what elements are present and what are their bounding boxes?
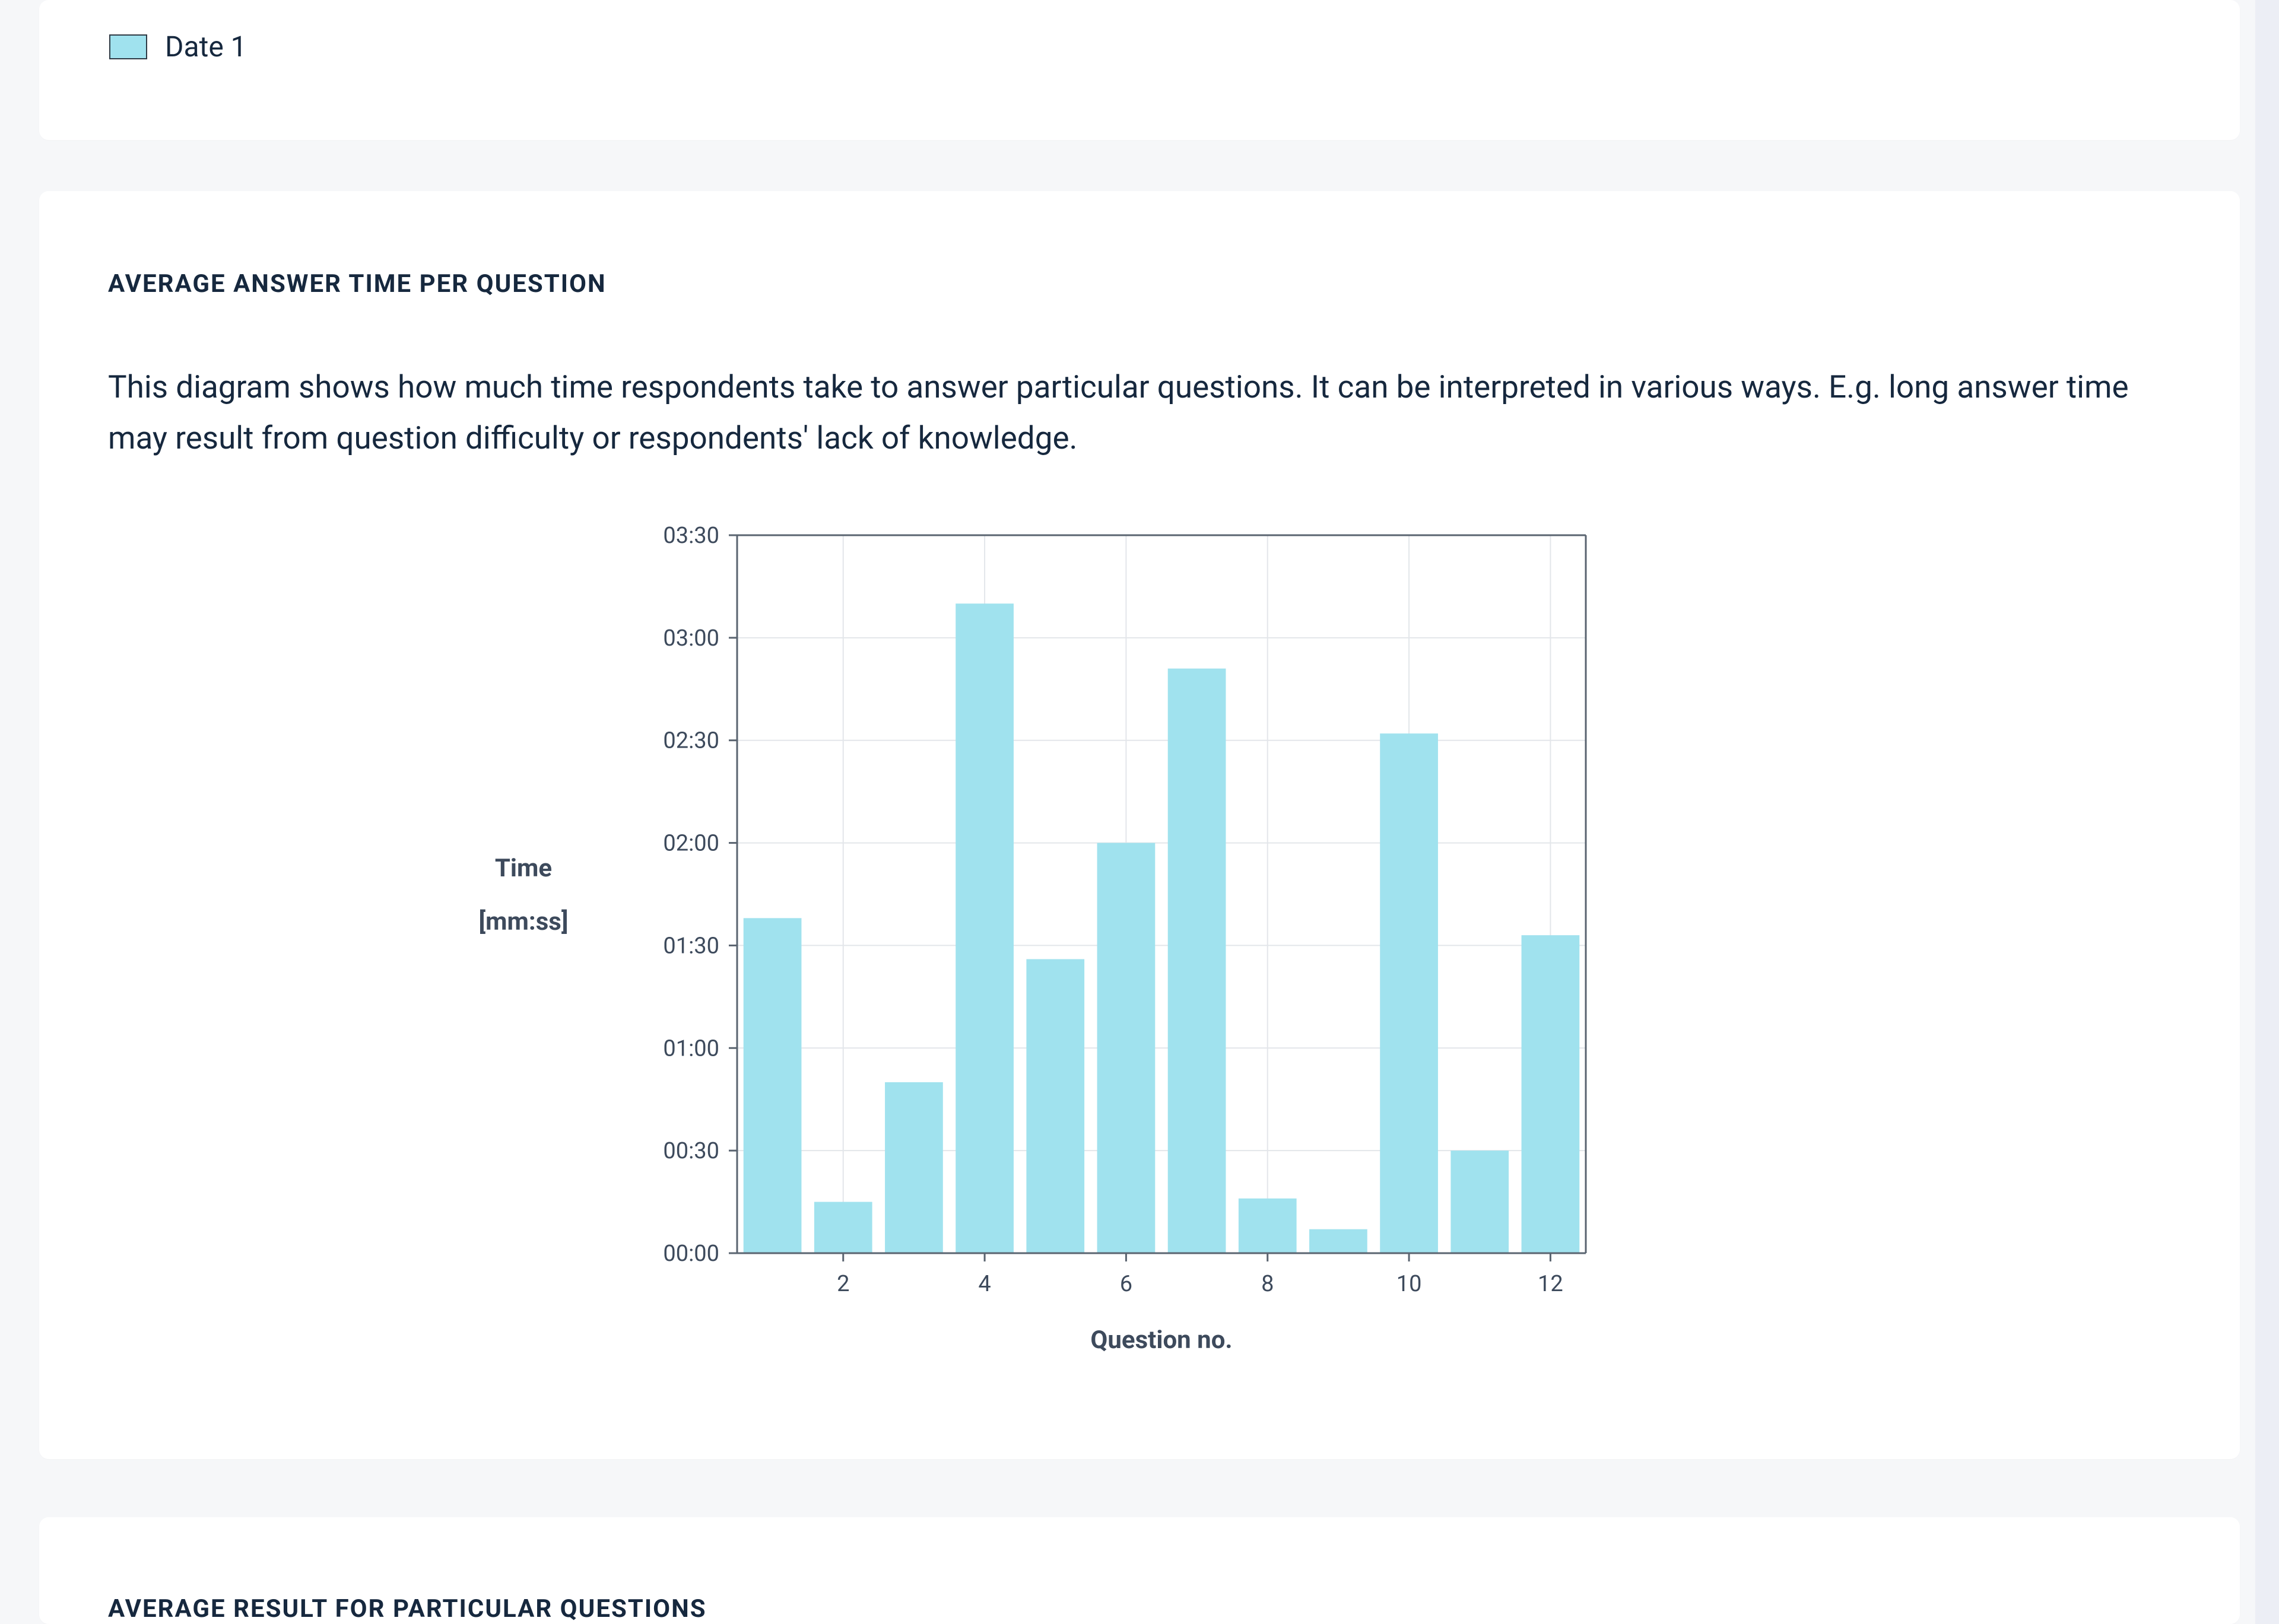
- legend-label-date1: Date 1: [165, 30, 247, 63]
- card-result: AVERAGE RESULT FOR PARTICULAR QUESTIONS: [39, 1517, 2240, 1624]
- bar-q5[interactable]: [1026, 959, 1084, 1253]
- x-axis-label: Question no.: [1090, 1326, 1232, 1355]
- bar-q2[interactable]: [814, 1202, 872, 1253]
- bar-q12[interactable]: [1522, 935, 1580, 1253]
- card-answer-time: AVERAGE ANSWER TIME PER QUESTION This di…: [39, 191, 2240, 1459]
- bar-chart-answer-time: 00:00 00:30 01:00 01:30 02:00 02:30 03:00 03:30…: [108, 511, 1687, 1413]
- svg-text:6: 6: [1120, 1271, 1132, 1297]
- bar-q4[interactable]: [956, 603, 1014, 1253]
- svg-text:02:00: 02:00: [663, 831, 719, 857]
- bar-q7[interactable]: [1168, 669, 1226, 1253]
- svg-text:00:30: 00:30: [663, 1138, 719, 1164]
- y-axis-label-line1: Time: [495, 854, 552, 883]
- svg-text:01:30: 01:30: [663, 933, 719, 959]
- svg-text:02:30: 02:30: [663, 728, 719, 754]
- bar-q3[interactable]: [885, 1082, 943, 1253]
- svg-text:00:00: 00:00: [663, 1241, 719, 1267]
- bar-q11[interactable]: [1450, 1151, 1509, 1253]
- svg-text:2: 2: [837, 1271, 849, 1297]
- legend-row: Date 1: [109, 30, 247, 63]
- legend-swatch-date1: [109, 34, 147, 59]
- bar-q9[interactable]: [1309, 1229, 1367, 1253]
- svg-text:01:00: 01:00: [663, 1035, 719, 1062]
- svg-text:03:30: 03:30: [663, 523, 719, 549]
- svg-text:10: 10: [1396, 1271, 1422, 1297]
- chart-container-answer-time: 00:00 00:30 01:00 01:30 02:00 02:30 03:00 03:30…: [108, 511, 2171, 1423]
- svg-text:12: 12: [1538, 1271, 1563, 1297]
- svg-text:4: 4: [978, 1271, 991, 1297]
- bar-q6[interactable]: [1097, 843, 1156, 1253]
- section-title-result: AVERAGE RESULT FOR PARTICULAR QUESTIONS: [108, 1594, 707, 1623]
- legend-card: Date 1: [39, 0, 2240, 140]
- bar-q8[interactable]: [1239, 1199, 1297, 1253]
- section-title-answer-time: AVERAGE ANSWER TIME PER QUESTION: [108, 269, 607, 298]
- svg-text:8: 8: [1261, 1271, 1274, 1297]
- bar-q1[interactable]: [744, 918, 802, 1253]
- y-axis-label-line2: [mm:ss]: [479, 907, 569, 936]
- section-description-answer-time: This diagram shows how much time respond…: [108, 362, 2171, 464]
- svg-text:03:00: 03:00: [663, 625, 719, 651]
- bar-q10[interactable]: [1380, 733, 1438, 1253]
